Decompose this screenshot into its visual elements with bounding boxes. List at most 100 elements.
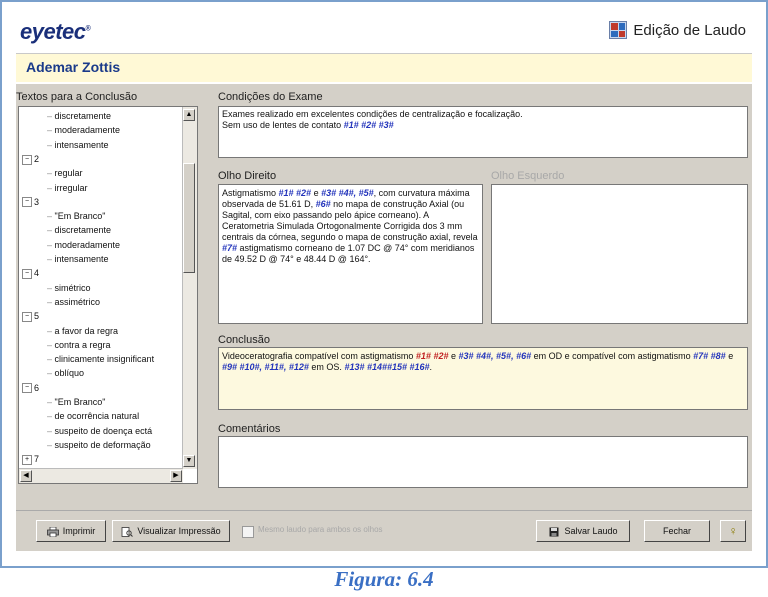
figure-caption: Figura: 6.4 (334, 567, 434, 591)
tree-item-label: 4 (34, 268, 40, 279)
variable-tags: #7# (222, 243, 238, 253)
tree-connector: – (47, 182, 55, 193)
patient-bar: Ademar Zottis (16, 53, 752, 82)
tree-item-label: suspeito de deformação (54, 439, 151, 450)
tree-item-label: contra a regra (54, 339, 111, 350)
tree-leaf-item[interactable]: – intensamente (47, 138, 109, 152)
tree-item-label: 2 (34, 153, 40, 164)
tree-connector: – (47, 239, 55, 250)
tree-connector: – (47, 339, 55, 350)
scroll-left-icon[interactable]: ◀ (20, 470, 32, 482)
tree-leaf-item[interactable]: – de ocorrência natural (47, 409, 139, 423)
same-report-checkbox[interactable] (242, 526, 254, 538)
tree-connector: – (47, 125, 55, 136)
right-eye-text: Astigmatismo (222, 188, 279, 198)
comments-label: Comentários (218, 423, 281, 435)
tree-leaf-item[interactable]: – irregular (47, 181, 88, 195)
variable-tags: #1# #2# (278, 188, 312, 198)
scroll-thumb[interactable] (183, 163, 195, 273)
tree-leaf-item[interactable]: – suspeito de deformação (47, 438, 151, 452)
tree-leaf-item[interactable]: – moderadamente (47, 123, 120, 137)
tree-group-node[interactable]: −5 (22, 309, 39, 323)
tree-leaf-item[interactable]: – discretamente (47, 223, 111, 237)
left-eye-field[interactable] (491, 184, 748, 324)
tree-leaf-item[interactable]: – discretamente (47, 109, 111, 123)
tree-leaf-item[interactable]: – contra a regra (47, 338, 111, 352)
scroll-right-icon[interactable]: ▶ (170, 470, 182, 482)
tree-leaf-item[interactable]: – assimétrico (47, 295, 100, 309)
exam-conditions-field[interactable]: Exames realizado em excelentes condições… (218, 106, 748, 158)
preview-button[interactable]: Visualizar Impressão (112, 520, 230, 542)
tree-item-label: moderadamente (54, 239, 121, 250)
tree-connector: – (47, 354, 55, 365)
tree-connector: – (47, 111, 55, 121)
tree-item-label: assimétrico (54, 296, 101, 307)
scroll-up-icon[interactable]: ▲ (183, 109, 195, 121)
variable-tags: #2# (433, 351, 449, 361)
tree-item-label: intensamente (54, 254, 109, 264)
print-button[interactable]: Imprimir (36, 520, 106, 542)
window-title: Edição de Laudo (609, 21, 746, 39)
tree-group-node[interactable]: −6 (22, 381, 39, 395)
save-label: Salvar Laudo (564, 526, 618, 536)
conclusion-text: em OD e compatível com astigmatismo (531, 351, 694, 361)
tree-item-label: intensamente (54, 139, 109, 150)
tree-leaf-item[interactable]: – moderadamente (47, 238, 120, 252)
tree-leaf-item[interactable]: – clinicamente insignificant (47, 352, 154, 366)
variable-tags: #13# #14##15# #16# (344, 362, 430, 372)
tree-leaf-item[interactable]: – intensamente (47, 252, 109, 266)
close-button[interactable]: Fechar (644, 520, 710, 542)
tree-connector: – (47, 425, 55, 436)
tree-connector: – (47, 225, 55, 236)
tree-item-label: "Em Branco" (54, 397, 106, 407)
conclusion-text: . (429, 362, 433, 372)
scroll-down-icon[interactable]: ▼ (183, 455, 195, 467)
action-bar: Imprimir Visualizar Impressão Mesmo laud… (16, 510, 752, 551)
tree-group-node[interactable]: −2 (22, 152, 39, 166)
collapse-icon[interactable]: − (22, 268, 32, 279)
print-preview-icon (121, 526, 134, 537)
right-eye-field[interactable]: Astigmatismo #1# #2# e #3# #4#, #5#, com… (218, 184, 483, 324)
tree-leaf-item[interactable]: – simétrico (47, 281, 91, 295)
tree-leaf-item[interactable]: – oblíquo (47, 366, 84, 380)
save-button[interactable]: Salvar Laudo (536, 520, 630, 542)
window-frame: eyetec® Edição de Laudo Ademar Zottis Te… (0, 0, 768, 568)
tree-label: Textos para a Conclusão (16, 91, 138, 103)
tree-leaf-item[interactable]: – "Em Branco" (47, 209, 105, 223)
tree-horizontal-scrollbar[interactable]: ◀ ▶ (19, 468, 183, 483)
right-eye-label: Olho Direito (218, 170, 277, 182)
collapse-icon[interactable]: − (22, 154, 32, 165)
tree-item-label: 6 (34, 382, 40, 393)
tree-connector: – (47, 368, 55, 379)
same-report-label: Mesmo laudo para ambos os olhos (258, 525, 383, 534)
tree-item-label: irregular (54, 182, 88, 193)
right-eye-text: e (311, 188, 322, 198)
tree-group-node[interactable]: −3 (22, 195, 39, 209)
patient-name: Ademar Zottis (26, 59, 121, 75)
expand-icon[interactable]: + (22, 454, 32, 465)
help-icon[interactable]: ♀ (720, 520, 746, 542)
tree-vertical-scrollbar[interactable]: ▲ ▼ (182, 107, 197, 469)
variable-tags: #9# #10#, #11#, #12# (222, 362, 309, 372)
conclusion-label: Conclusão (218, 334, 270, 346)
window-title-text: Edição de Laudo (633, 21, 746, 39)
preview-label: Visualizar Impressão (137, 526, 221, 536)
collapse-icon[interactable]: − (22, 197, 32, 208)
tree-group-node[interactable]: −4 (22, 266, 39, 280)
tree-leaf-item[interactable]: – a favor da regra (47, 324, 118, 338)
tree-leaf-item[interactable]: – suspeito de doença ectá (47, 424, 152, 438)
conclusion-texts-tree[interactable]: – discretamente – moderadamente – intensam… (18, 106, 198, 484)
collapse-icon[interactable]: − (22, 383, 32, 394)
tree-item-label: de ocorrência natural (54, 411, 140, 422)
tree-item-label: discretamente (54, 111, 112, 121)
right-eye-text: astigmatismo corneano de 1.07 DC @ 74° c… (222, 243, 475, 264)
print-label: Imprimir (62, 526, 96, 536)
collapse-icon[interactable]: − (22, 311, 32, 322)
tree-leaf-item[interactable]: – regular (47, 166, 83, 180)
tree-leaf-item[interactable]: – "Em Branco" (47, 395, 105, 409)
tree-group-node[interactable]: +7 (22, 452, 39, 466)
conclusion-field[interactable]: Videoceratografia compatível com astigma… (218, 347, 748, 410)
comments-field[interactable] (218, 436, 748, 488)
tree-connector: – (47, 439, 55, 450)
tree-item-label: suspeito de doença ectá (54, 425, 153, 436)
